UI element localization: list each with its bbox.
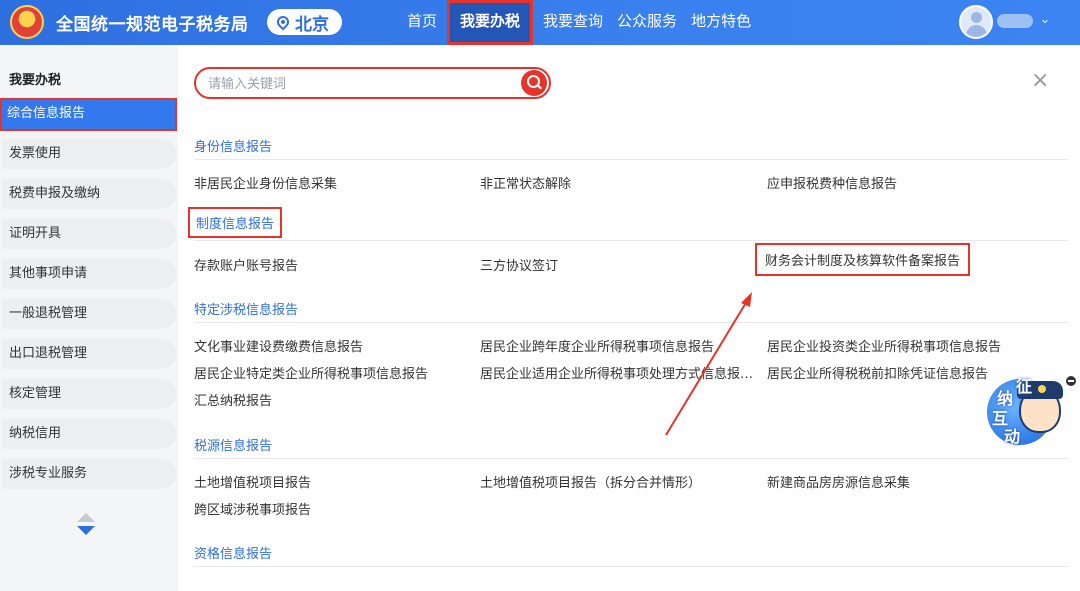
location-selector[interactable]: 北京 [267, 9, 342, 35]
nav-public-service[interactable]: 公众服务 [610, 0, 684, 45]
minimize-icon[interactable] [1066, 376, 1076, 386]
link-cross-year-cit-report[interactable]: 居民企业跨年度企业所得税事项信息报告 [480, 336, 714, 355]
section-title-tax-source: 税源信息报告 [194, 439, 273, 454]
link-investment-cit-report[interactable]: 居民企业投资类企业所得税事项信息报告 [767, 336, 1001, 355]
link-land-vat-project[interactable]: 土地增值税项目报告 [194, 472, 311, 491]
section-title-specific: 特定涉税信息报告 [194, 303, 299, 318]
close-icon[interactable]: × [1031, 70, 1049, 92]
sidebar-item-tax-declaration[interactable]: 税费申报及缴纳 [2, 179, 176, 209]
user-name-redacted[interactable] [997, 14, 1033, 28]
link-cross-region-report[interactable]: 跨区域涉税事项报告 [194, 499, 311, 518]
link-bank-account-report[interactable]: 存款账户账号报告 [194, 255, 298, 274]
search-box [194, 67, 551, 99]
section-title-qualification: 资格信息报告 [194, 547, 273, 562]
nav-local-features[interactable]: 地方特色 [684, 0, 758, 45]
link-cit-treatment-report[interactable]: 居民企业适用企业所得税事项处理方式信息报… [480, 363, 753, 382]
sidebar-item-tax-credit[interactable]: 纳税信用 [2, 419, 176, 449]
nav-query[interactable]: 我要查询 [536, 0, 610, 45]
sidebar-item-other-applications[interactable]: 其他事项申请 [2, 259, 176, 289]
sidebar-title: 我要办税 [9, 73, 62, 88]
sidebar-item-certificate[interactable]: 证明开具 [2, 219, 176, 249]
sidebar-item-invoice-use[interactable]: 发票使用 [2, 139, 176, 169]
section-divider [194, 240, 1068, 241]
nav-home[interactable]: 首页 [400, 0, 444, 45]
main-nav: 首页 我要办税 我要查询 公众服务 地方特色 [400, 0, 758, 45]
section-title-system: 制度信息报告 [188, 207, 283, 238]
sidebar: 我要办税 综合信息报告 发票使用 税费申报及缴纳 证明开具 其他事项申请 一般退… [0, 45, 178, 591]
scroll-down-icon[interactable] [77, 526, 95, 535]
top-navigation-bar: 全国统一规范电子税务局 北京 首页 我要办税 我要查询 公众服务 地方特色 ⌄ [0, 0, 1080, 45]
app-title: 全国统一规范电子税务局 [56, 15, 249, 35]
chevron-down-icon[interactable]: ⌄ [1040, 12, 1050, 26]
link-tripartite-agreement[interactable]: 三方协议签订 [480, 255, 558, 274]
search-icon[interactable] [521, 70, 547, 96]
interaction-mascot-widget[interactable]: 征 纳 互 动 [987, 373, 1067, 446]
sidebar-scroll-control[interactable] [76, 513, 96, 541]
section-divider [194, 322, 1068, 323]
link-tax-type-info-report[interactable]: 应申报税费种信息报告 [767, 173, 897, 192]
location-label: 北京 [295, 14, 329, 35]
link-deduction-voucher-report[interactable]: 居民企业所得税税前扣除凭证信息报告 [767, 363, 988, 382]
link-new-housing-collection[interactable]: 新建商品房房源信息采集 [767, 472, 910, 491]
link-accounting-system-filing[interactable]: 财务会计制度及核算软件备案报告 [755, 243, 971, 276]
link-abnormal-status-release[interactable]: 非正常状态解除 [480, 173, 571, 192]
sidebar-item-assessment[interactable]: 核定管理 [2, 379, 176, 409]
sidebar-item-comprehensive-info-report[interactable]: 综合信息报告 [0, 98, 177, 131]
tax-emblem-logo [10, 5, 44, 39]
search-input[interactable] [208, 73, 508, 95]
section-divider [194, 566, 1068, 567]
sidebar-item-export-refund[interactable]: 出口退税管理 [2, 339, 176, 369]
link-specific-cit-report[interactable]: 居民企业特定类企业所得税事项信息报告 [194, 363, 428, 382]
link-consolidated-tax-report[interactable]: 汇总纳税报告 [194, 390, 272, 409]
mascot-char: 动 [1004, 427, 1021, 446]
scroll-up-icon[interactable] [77, 513, 95, 522]
user-avatar[interactable] [959, 5, 993, 39]
nav-handle-tax[interactable]: 我要办税 [447, 0, 534, 45]
mascot-char: 征 [1016, 377, 1033, 396]
link-culture-fee-report[interactable]: 文化事业建设费缴费信息报告 [194, 336, 363, 355]
link-nonresident-identity[interactable]: 非居民企业身份信息采集 [194, 173, 337, 192]
location-pin-icon [274, 13, 292, 31]
section-divider [194, 458, 1068, 459]
link-land-vat-split-merge[interactable]: 土地增值税项目报告（拆分合并情形） [480, 472, 701, 491]
sidebar-item-professional-service[interactable]: 涉税专业服务 [2, 459, 176, 489]
section-divider [194, 159, 1068, 160]
section-title-identity: 身份信息报告 [194, 140, 273, 155]
sidebar-item-general-refund[interactable]: 一般退税管理 [2, 299, 176, 329]
